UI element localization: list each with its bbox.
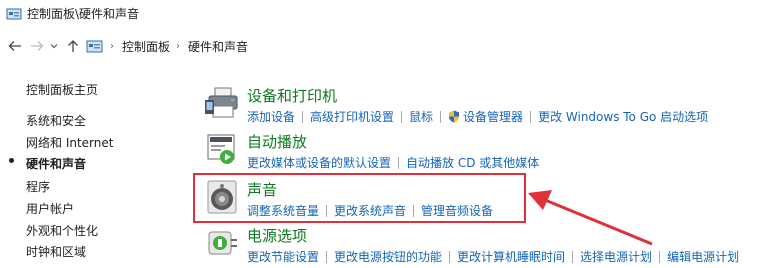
- link-divider: [326, 250, 328, 263]
- link-edit-power-plan[interactable]: 编辑电源计划: [667, 248, 739, 265]
- link-divider: [572, 250, 574, 263]
- link-divider: [449, 250, 451, 263]
- link-divider: [659, 250, 661, 263]
- annotation-arrow-icon: [528, 190, 653, 246]
- link-choose-power-plan[interactable]: 选择电源计划: [580, 248, 652, 265]
- category-links: 更改节能设置 更改电源按钮的功能 更改计算机睡眠时间 选择电源计划 编辑电源计划: [247, 248, 739, 265]
- link-sleep-time[interactable]: 更改计算机睡眠时间: [457, 248, 565, 265]
- link-power-button-function[interactable]: 更改电源按钮的功能: [334, 248, 442, 265]
- link-change-power-saving[interactable]: 更改节能设置: [247, 248, 319, 265]
